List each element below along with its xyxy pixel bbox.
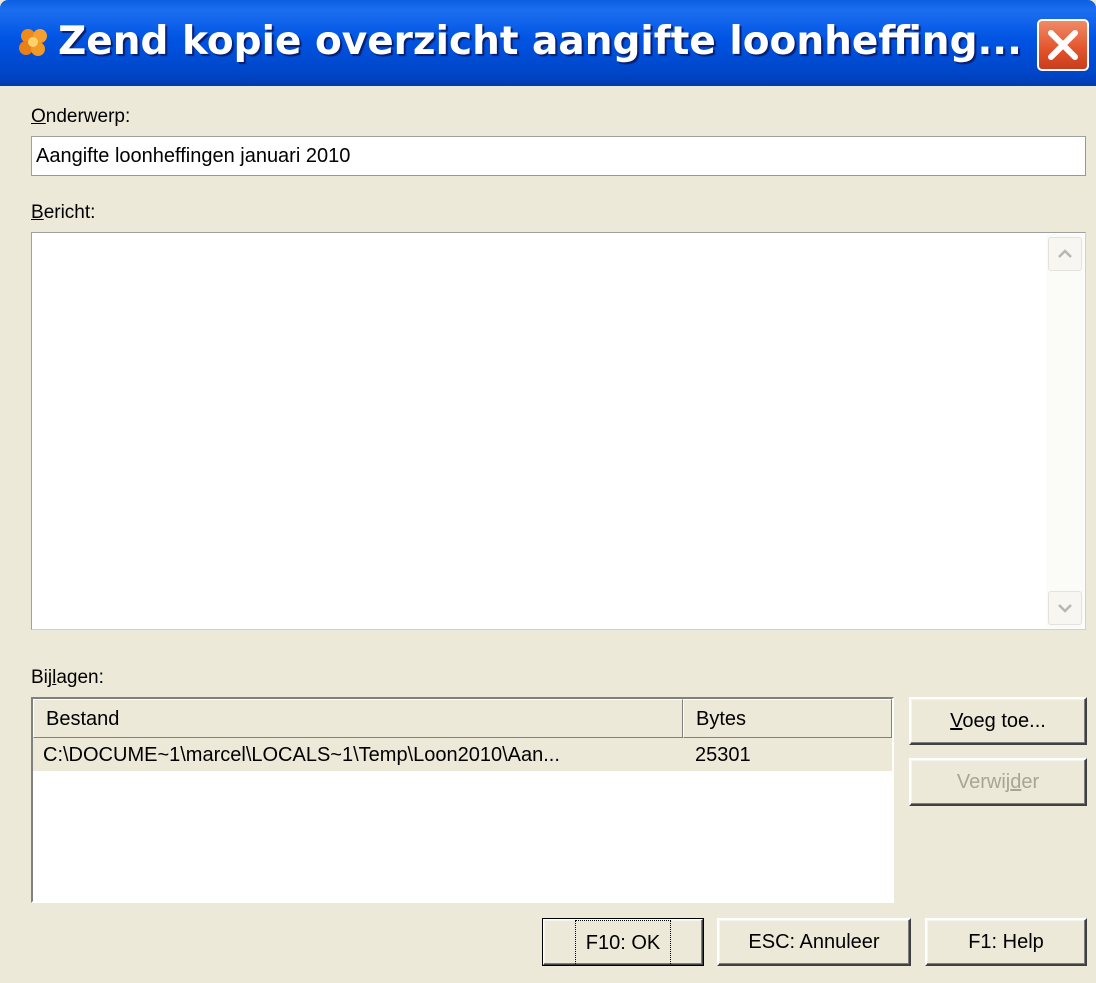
remove-attachment-button[interactable]: Verwijder	[909, 758, 1087, 806]
add-attachment-button[interactable]: Voeg toe...	[909, 697, 1087, 745]
message-label: Bericht:	[31, 202, 96, 223]
help-button[interactable]: F1: Help	[925, 918, 1087, 966]
close-button[interactable]	[1037, 19, 1089, 71]
subject-label: Onderwerp:	[31, 106, 131, 127]
column-header-file[interactable]: Bestand	[33, 699, 683, 738]
scroll-down-button[interactable]	[1048, 591, 1082, 625]
ok-button[interactable]: F10: OK	[542, 918, 704, 966]
table-row[interactable]: C:\DOCUME~1\marcel\LOCALS~1\Temp\Loon201…	[33, 739, 892, 771]
attachments-list[interactable]: Bestand Bytes C:\DOCUME~1\marcel\LOCALS~…	[31, 697, 894, 903]
column-header-bytes[interactable]: Bytes	[683, 699, 892, 738]
dialog-window: Zend kopie overzicht aangifte loonheffin…	[0, 0, 1096, 983]
window-title: Zend kopie overzicht aangifte loonheffin…	[58, 19, 1022, 64]
chevron-up-icon	[1058, 249, 1072, 258]
chevron-down-icon	[1058, 604, 1072, 613]
message-textarea[interactable]	[31, 232, 1086, 630]
cancel-button-label: ESC: Annuleer	[748, 931, 880, 953]
scroll-up-button[interactable]	[1048, 237, 1082, 271]
cancel-button[interactable]: ESC: Annuleer	[717, 918, 911, 966]
close-icon	[1048, 30, 1078, 60]
title-bar[interactable]: Zend kopie overzicht aangifte loonheffin…	[0, 0, 1096, 86]
subject-input[interactable]: Aangifte loonheffingen januari 2010	[31, 136, 1086, 176]
attachment-file-cell: C:\DOCUME~1\marcel\LOCALS~1\Temp\Loon201…	[43, 744, 560, 766]
message-scrollbar[interactable]	[1046, 234, 1084, 628]
attachments-label: Bijlagen:	[31, 667, 104, 688]
help-button-label: F1: Help	[968, 931, 1044, 953]
orange-flower-icon	[19, 29, 47, 56]
ok-button-label: F10: OK	[574, 920, 672, 966]
list-header: Bestand Bytes	[33, 699, 892, 740]
attachment-bytes-cell: 25301	[695, 744, 751, 766]
